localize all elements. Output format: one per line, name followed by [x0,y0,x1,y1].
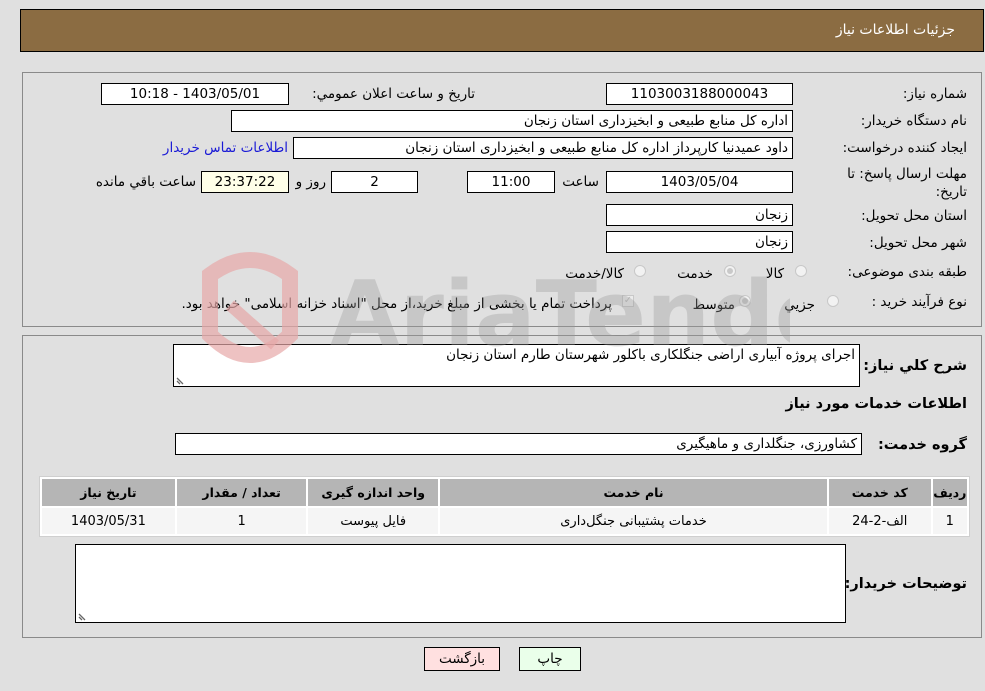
days-label: روز و [295,174,326,190]
category-label: طبقه بندی موضوعی: [847,264,967,280]
remaining-time-label: ساعت باقي مانده [95,174,196,190]
category-option-goods: کالا [765,266,784,282]
category-radio-service[interactable] [724,265,736,277]
services-table: رديف کد خدمت نام خدمت واحد اندازه گيری ت… [39,476,970,537]
process-radio-medium[interactable] [739,295,751,307]
col-header-quantity: تعداد / مقدار [176,479,307,506]
category-option-goods-service: کالا/خدمت [565,266,624,282]
cell-unit: فایل پیوست [308,508,439,534]
resize-grip-icon[interactable] [78,611,88,621]
delivery-city-field[interactable]: زنجان [606,231,793,253]
buyer-org-field[interactable]: اداره کل منابع طبیعی و ابخیزداری استان ز… [231,110,793,132]
requester-field[interactable]: داود عمیدنیا کارپرداز اداره کل منابع طبی… [293,137,793,159]
col-header-service-code: کد خدمت [828,479,931,506]
category-radio-goods-service[interactable] [634,265,646,277]
page-title: جزئیات اطلاعات نیاز [835,22,955,38]
deadline-time-field[interactable]: 11:00 [467,171,555,193]
process-type-label: نوع فرآيند خريد : [871,294,967,310]
service-group-field[interactable]: کشاورزی، جنگلداری و ماهیگیری [175,433,862,455]
col-header-service-name: نام خدمت [440,479,827,506]
col-header-unit: واحد اندازه گيری [308,479,439,506]
need-number-label: شماره نیاز: [902,86,967,102]
requester-label: ايجاد کننده درخواست: [842,140,967,156]
days-remaining-field[interactable]: 2 [331,171,418,193]
deadline-date-field[interactable]: 1403/05/04 [606,171,793,193]
process-option-medium: متوسط [692,297,735,313]
category-option-service: خدمت [677,266,713,282]
table-header-row: رديف کد خدمت نام خدمت واحد اندازه گيری ت… [42,479,967,506]
table-row: 1 الف-2-24 خدمات پشتیبانی جنگل‌داری فایل… [42,508,967,534]
description-label: شرح کلي نياز: [863,358,967,374]
buyer-notes-field[interactable] [75,544,846,623]
remaining-time-field: 23:37:22 [201,171,289,193]
services-heading: اطلاعات خدمات مورد نياز [785,396,967,412]
resize-grip-icon[interactable] [176,375,186,385]
page-header: جزئیات اطلاعات نیاز [20,9,984,52]
service-group-label: گروه خدمت: [877,437,967,453]
description-text: اجرای پروژه آبیاری اراضی جنگلکاری باکلور… [446,347,855,363]
buyer-contact-link[interactable]: اطلاعات تماس خريدار [163,140,288,156]
deadline-time-label: ساعت [562,174,599,190]
cell-need-date: 1403/05/31 [42,508,175,534]
col-header-row-number: رديف [932,479,967,506]
description-field[interactable]: اجرای پروژه آبیاری اراضی جنگلکاری باکلور… [173,344,860,387]
print-button[interactable]: چاپ [519,647,581,671]
announce-datetime-label: تاریخ و ساعت اعلان عمومي: [312,86,475,102]
cell-service-name: خدمات پشتیبانی جنگل‌داری [440,508,827,534]
buyer-org-label: نام دستگاه خريدار: [860,113,967,129]
category-radio-goods[interactable] [795,265,807,277]
deadline-label: مهلت ارسال پاسخ: تا تاريخ: [847,166,967,200]
treasury-checkbox[interactable]: ✓ [622,295,634,307]
buyer-notes-label: توضيحات خريدار: [844,576,967,592]
need-number-field[interactable]: 1103003188000043 [606,83,793,105]
cell-quantity: 1 [176,508,307,534]
process-radio-minor[interactable] [827,295,839,307]
announce-datetime-field[interactable]: 1403/05/01 - 10:18 [101,83,289,105]
process-option-minor: جزيي [784,297,815,313]
delivery-province-label: استان محل تحويل: [861,208,967,224]
cell-service-code: الف-2-24 [828,508,931,534]
delivery-province-field[interactable]: زنجان [606,204,793,226]
treasury-checkbox-label: پرداخت تمام يا بخشی از مبلغ خريد،از محل … [181,296,612,312]
col-header-need-date: تاریخ نیاز [42,479,175,506]
back-button[interactable]: بازگشت [424,647,500,671]
delivery-city-label: شهر محل تحويل: [869,235,967,251]
cell-row-number: 1 [932,508,967,534]
